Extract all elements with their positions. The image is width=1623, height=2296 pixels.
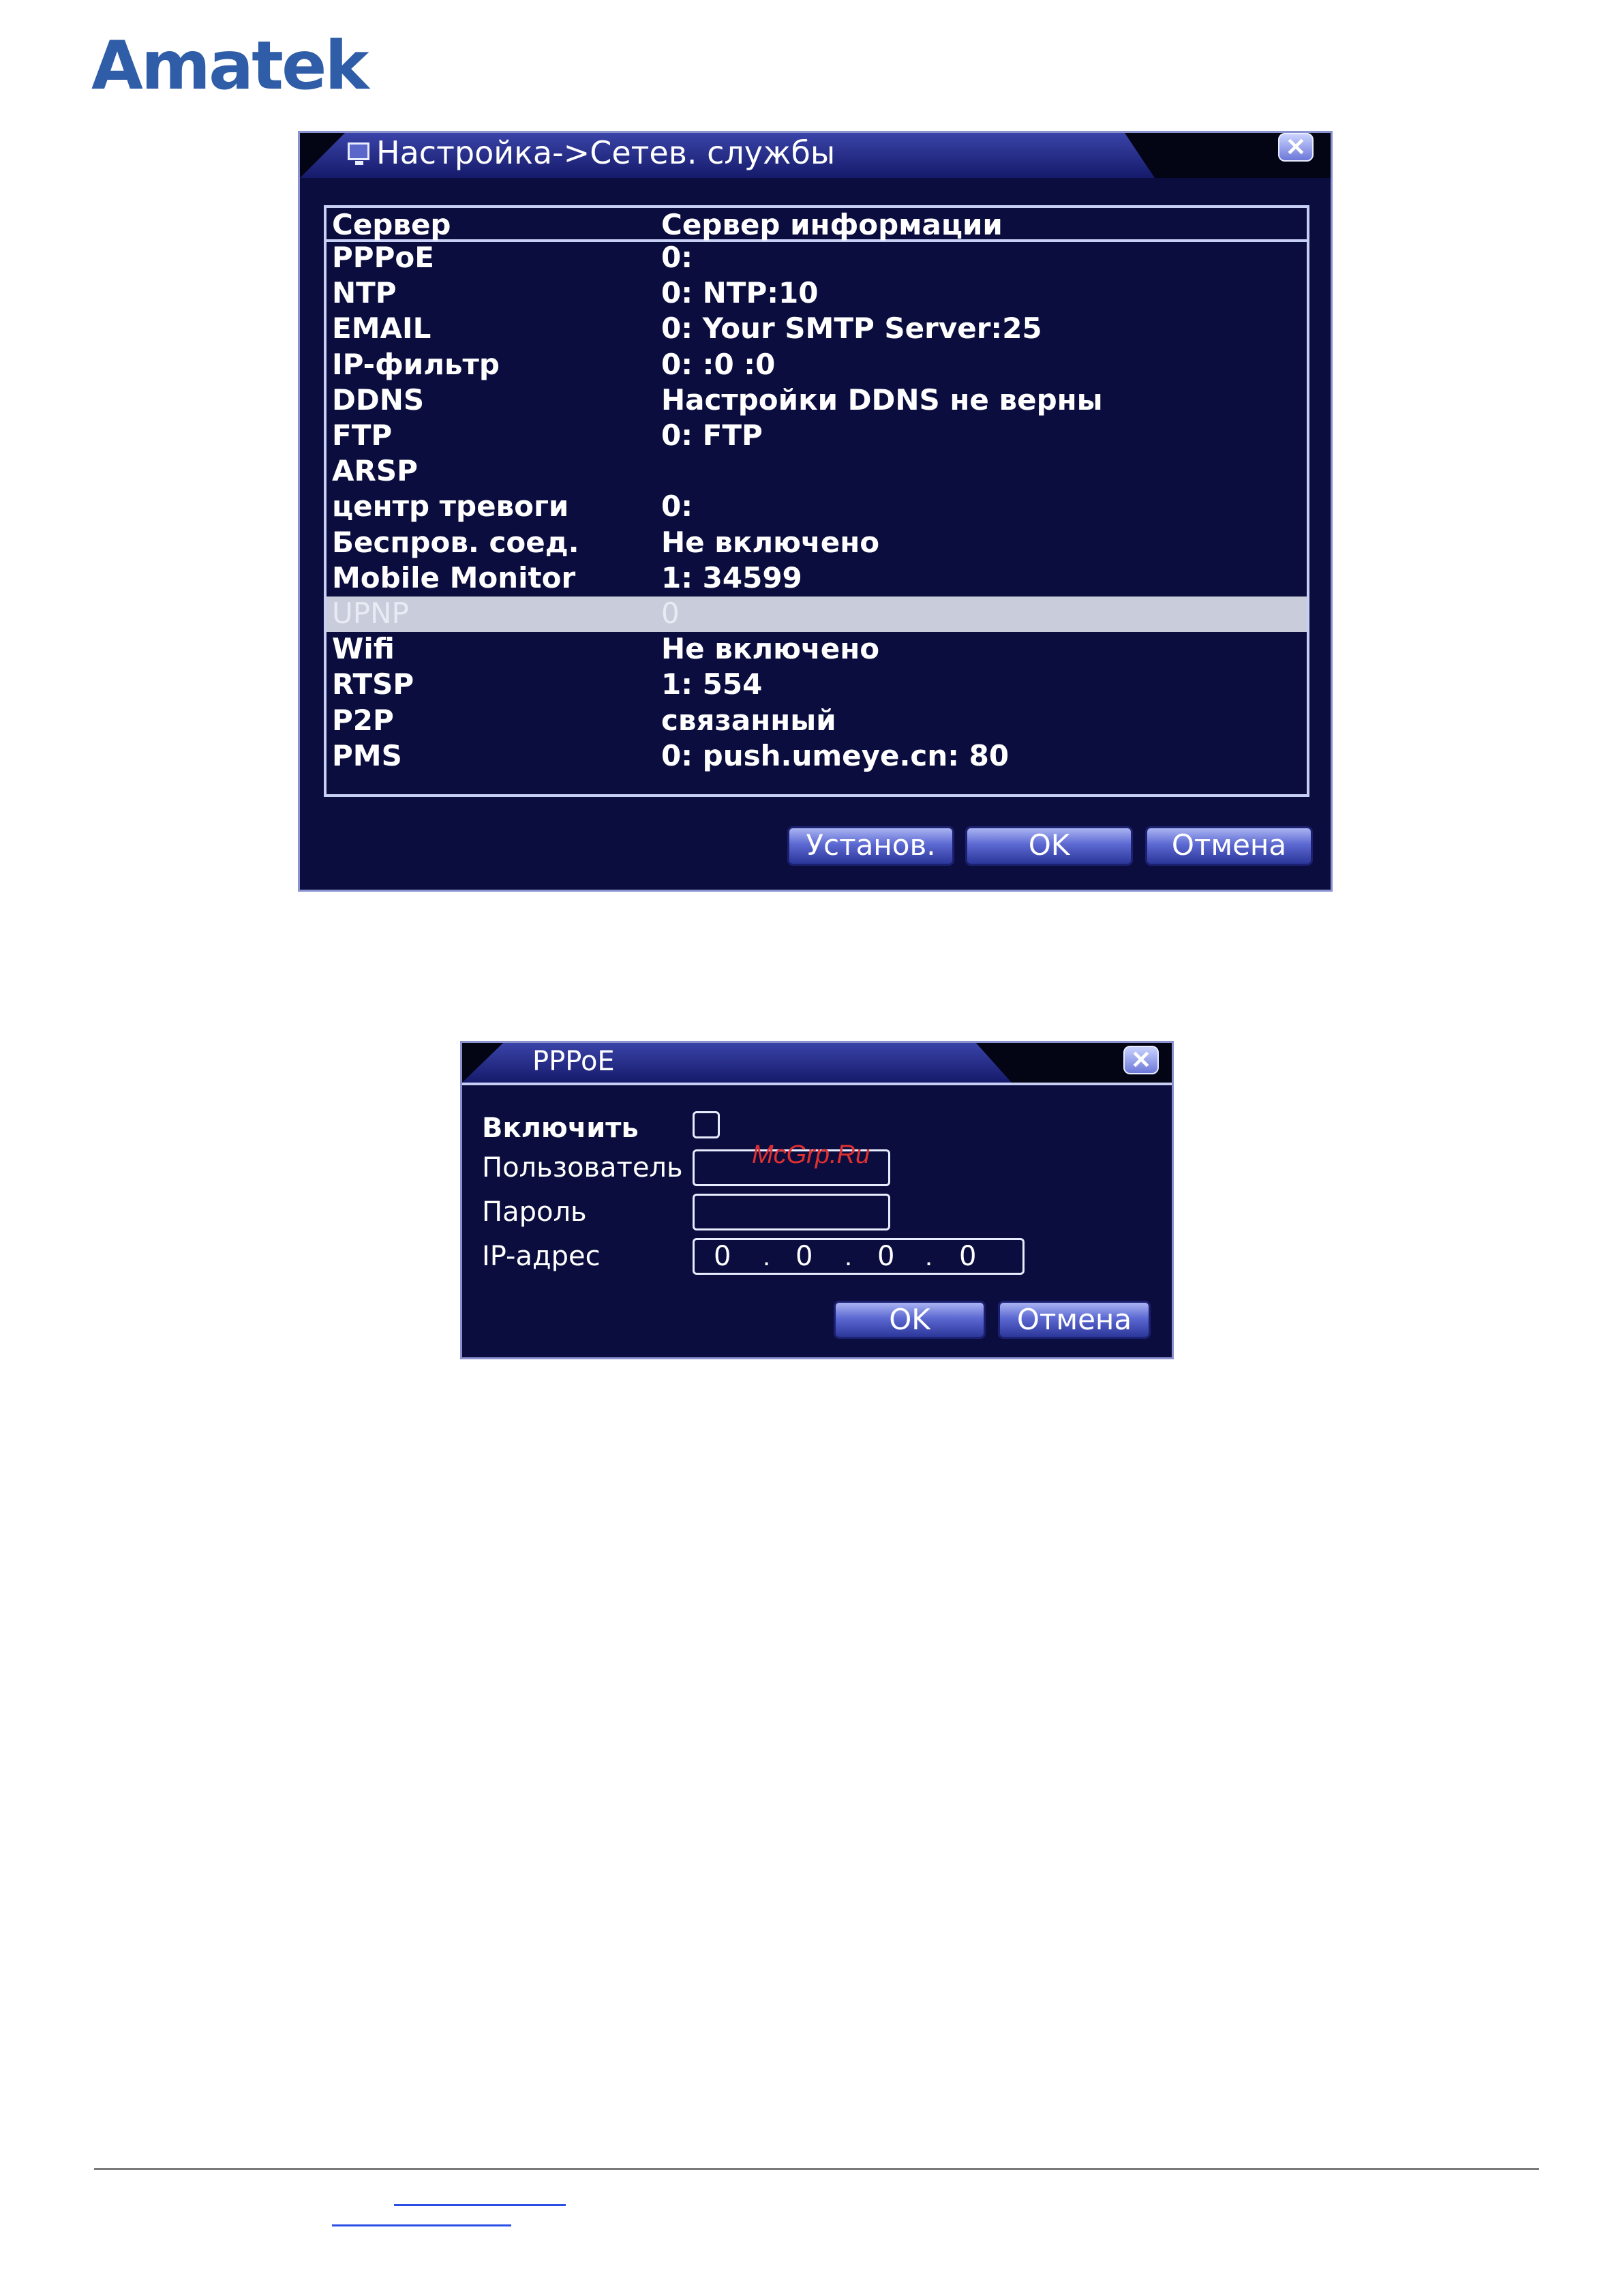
title-bar: Настройка->Сетев. службы: [300, 133, 1331, 178]
server-info: 1: 554: [661, 667, 763, 701]
server-info: 0: NTP:10: [661, 276, 819, 310]
server-name: PPPoE: [332, 241, 434, 274]
table-header: Сервер Сервер информации: [327, 208, 1307, 242]
server-info: 0: Your SMTP Server:25: [661, 312, 1042, 346]
monitor-icon: [348, 142, 369, 165]
table-row[interactable]: EMAIL 0: Your SMTP Server:25: [327, 312, 1307, 347]
user-label: Пользователь: [482, 1152, 683, 1183]
table-row[interactable]: PMS 0: push.umeye.cn: 80: [327, 739, 1307, 774]
server-name: центр тревоги: [332, 489, 569, 524]
server-name: IP-фильтр: [332, 347, 500, 381]
ip-octet-4[interactable]: 0: [959, 1240, 976, 1273]
dialog-title: PPPoE: [532, 1046, 615, 1077]
server-info: 0: FTP: [661, 419, 763, 452]
table-row[interactable]: RTSP 1: 554: [327, 667, 1307, 703]
table-row[interactable]: P2P связанный: [327, 704, 1307, 739]
ok-button[interactable]: OK: [965, 826, 1133, 866]
server-info: 0:: [661, 489, 693, 524]
server-name: NTP: [332, 276, 397, 310]
ip-separator: .: [763, 1241, 771, 1271]
ok-button[interactable]: OK: [834, 1301, 986, 1339]
enable-label: Включить: [482, 1113, 639, 1144]
table-row[interactable]: ARSP: [327, 454, 1307, 489]
table-row[interactable]: NTP 0: NTP:10: [327, 276, 1307, 312]
server-name: PMS: [332, 738, 402, 772]
server-name: UPNP: [332, 596, 409, 630]
table-row[interactable]: UPNP 0: [327, 596, 1307, 632]
password-label: Пароль: [482, 1196, 587, 1228]
server-name: Mobile Monitor: [332, 560, 576, 594]
enable-checkbox[interactable]: [693, 1111, 720, 1138]
table-row[interactable]: Wifi Не включено: [327, 632, 1307, 667]
password-input[interactable]: [693, 1194, 890, 1230]
ip-octet-2[interactable]: 0: [795, 1240, 813, 1273]
table-row[interactable]: IP-фильтр 0: :0 :0: [327, 348, 1307, 383]
column-header-info: Сервер информации: [661, 208, 1003, 241]
table-row[interactable]: DDNS Настройки DDNS не верны: [327, 383, 1307, 419]
title-bar: PPPoE: [462, 1043, 1172, 1085]
footer-divider: [94, 2168, 1539, 2170]
watermark: McGrp.Ru: [752, 1141, 870, 1169]
table-row[interactable]: Mobile Monitor 1: 34599: [327, 561, 1307, 596]
network-services-dialog: Настройка->Сетев. службы ✕ Сервер Сервер…: [298, 131, 1333, 892]
column-header-server: Сервер: [332, 208, 451, 241]
footer-link-underline[interactable]: [332, 2224, 511, 2226]
server-name: FTP: [332, 419, 393, 452]
server-info: 1: 34599: [661, 560, 802, 594]
server-info: 0: [661, 596, 680, 630]
ip-address-field[interactable]: 0 . 0 . 0 . 0: [693, 1238, 1025, 1275]
services-table: Сервер Сервер информации PPPoE 0: NTP 0: NT…: [324, 205, 1309, 797]
close-icon[interactable]: ✕: [1278, 133, 1314, 162]
table-row[interactable]: PPPoE 0:: [327, 241, 1307, 276]
dialog-title: Настройка->Сетев. службы: [376, 134, 836, 171]
amatek-logo: Amatek: [91, 27, 369, 105]
server-name: DDNS: [332, 382, 425, 417]
ip-separator: .: [925, 1241, 933, 1271]
server-info: 0:: [661, 241, 693, 274]
ip-separator: .: [845, 1241, 853, 1271]
cancel-button[interactable]: Отмена: [1145, 826, 1313, 866]
server-name: Беспров. соед.: [332, 525, 579, 559]
table-row[interactable]: FTP 0: FTP: [327, 419, 1307, 454]
pppoe-dialog: PPPoE ✕ Включить Пользователь Пароль IP-…: [460, 1041, 1174, 1359]
server-name: EMAIL: [332, 312, 431, 346]
ip-octet-3[interactable]: 0: [877, 1240, 894, 1273]
table-row[interactable]: Беспров. соед. Не включено: [327, 526, 1307, 561]
close-icon[interactable]: ✕: [1123, 1046, 1159, 1074]
footer-link-underline[interactable]: [394, 2204, 566, 2206]
setup-button[interactable]: Установ.: [787, 826, 954, 866]
server-info: 0: :0 :0: [661, 347, 776, 381]
ip-octet-1[interactable]: 0: [714, 1240, 731, 1273]
server-info: Не включено: [661, 525, 880, 559]
server-name: P2P: [332, 703, 394, 737]
server-name: ARSP: [332, 454, 418, 488]
ip-label: IP-адрес: [482, 1241, 601, 1272]
server-name: RTSP: [332, 667, 414, 701]
table-row[interactable]: центр тревоги 0:: [327, 489, 1307, 525]
server-name: Wifi: [332, 632, 395, 666]
server-info: 0: push.umeye.cn: 80: [661, 738, 1010, 772]
server-info: Настройки DDNS не верны: [661, 382, 1103, 417]
server-info: Не включено: [661, 632, 880, 666]
server-info: связанный: [661, 703, 836, 737]
cancel-button[interactable]: Отмена: [998, 1301, 1151, 1339]
